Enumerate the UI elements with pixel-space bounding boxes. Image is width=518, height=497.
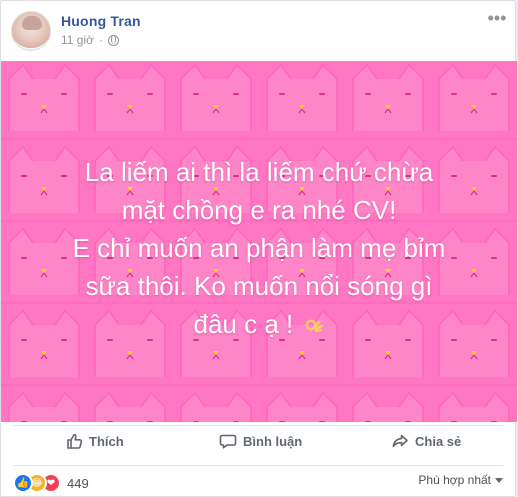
post-actions: Thích Bình luận Chia sẻ <box>13 425 503 456</box>
ok-hand-emoji <box>306 319 324 333</box>
post-media[interactable]: La liếm ai thì la liếm chứ chừa mặt chồn… <box>1 61 517 422</box>
media-text-line-last: đâu c ạ ! <box>19 305 499 343</box>
like-reaction-icon: 👍 <box>13 473 33 493</box>
post-media-text: La liếm ai thì la liếm chứ chừa mặt chồn… <box>19 153 499 343</box>
share-label: Chia sẻ <box>415 433 462 449</box>
media-text-line: La liếm ai thì la liếm chứ chừa <box>84 157 434 187</box>
comment-button[interactable]: Bình luận <box>219 426 302 456</box>
like-button[interactable]: Thích <box>65 426 124 456</box>
share-button[interactable]: Chia sẻ <box>391 426 461 456</box>
like-label: Thích <box>89 433 124 449</box>
post-footer: 👍 😂 ❤ 449 Phù hợp nhất <box>13 465 503 496</box>
share-icon <box>392 434 408 447</box>
more-options-icon[interactable]: ••• <box>487 9 507 27</box>
meta-separator: · <box>99 33 103 47</box>
comment-sort-dropdown[interactable]: Phù hợp nhất <box>418 473 503 487</box>
chevron-down-icon <box>495 477 503 483</box>
reaction-count[interactable]: 449 <box>67 476 89 491</box>
post-meta: 11 giờ · <box>61 33 119 47</box>
media-text-line: đâu c ạ ! <box>193 309 294 339</box>
comment-label: Bình luận <box>243 433 303 449</box>
like-icon <box>67 433 83 449</box>
post-card: Huong Tran 11 giờ · ••• La liếm ai thì l… <box>0 0 517 497</box>
media-text-line: sữa thôi. Ko muốn nổi sóng gì <box>85 271 433 301</box>
media-text-line: mặt chồng e ra nhé CV! <box>121 195 397 225</box>
media-text-line: E chỉ muốn an phận làm mẹ bỉm <box>72 233 446 263</box>
reactions-summary[interactable]: 👍 😂 ❤ 449 <box>13 473 89 493</box>
post-header: Huong Tran 11 giờ · ••• <box>1 1 517 59</box>
globe-icon[interactable] <box>108 34 119 46</box>
sort-label: Phù hợp nhất <box>418 473 491 487</box>
comment-icon <box>219 434 237 449</box>
author-name[interactable]: Huong Tran <box>61 13 141 29</box>
post-time[interactable]: 11 giờ <box>61 33 94 47</box>
author-avatar[interactable] <box>11 11 51 51</box>
